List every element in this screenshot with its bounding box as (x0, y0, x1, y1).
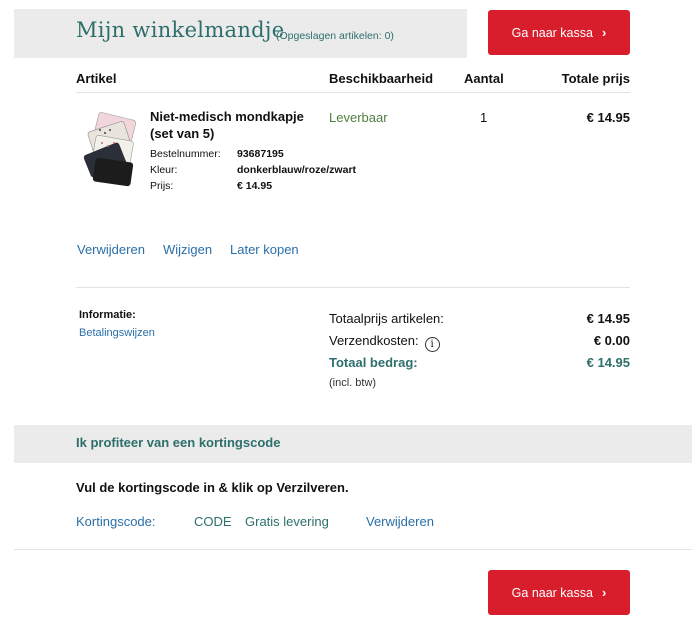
color-label: Kleur: (150, 164, 178, 176)
color-value: donkerblauw/roze/zwart (237, 164, 357, 176)
column-header-quantity: Aantal (464, 71, 504, 86)
product-image[interactable] (80, 110, 140, 190)
shipping-row: Verzendkosten: i (329, 333, 440, 352)
shipping-value: € 0.00 (593, 333, 630, 348)
unit-price-label: Prijs: (150, 180, 174, 192)
checkout-button-bottom[interactable]: Ga naar kassa › (488, 570, 630, 615)
info-icon[interactable]: i (424, 337, 440, 352)
grand-total-label: Totaal bedrag: (329, 355, 418, 370)
save-for-later-link[interactable]: Later kopen (230, 242, 299, 257)
item-quantity: 1 (480, 110, 488, 125)
items-total-label: Totaalprijs artikelen: (329, 311, 444, 326)
face-mask-stack-icon (83, 112, 137, 187)
info-label: Informatie: (79, 309, 136, 321)
shipping-label: Verzendkosten: (329, 333, 419, 348)
item-total-price: € 14.95 (586, 110, 630, 125)
discount-code-value: CODE (194, 514, 232, 529)
item-divider (76, 287, 630, 288)
column-header-article: Artikel (76, 71, 117, 86)
header-divider (76, 92, 630, 93)
vat-note: (incl. btw) (329, 377, 377, 389)
edit-item-link[interactable]: Wijzigen (163, 242, 212, 257)
remove-item-link[interactable]: Verwijderen (77, 242, 145, 257)
product-name[interactable]: Niet-medisch mondkapje (set van 5) (150, 108, 320, 142)
column-header-total-price: Totale prijs (561, 71, 630, 86)
page-title: Mijn winkelmandje (76, 18, 285, 42)
saved-items-note: (Opgeslagen artikelen: 0) (276, 30, 394, 42)
discount-instruction: Vul de kortingscode in & klik op Verzilv… (76, 480, 349, 495)
discount-code-description: Gratis levering (245, 514, 329, 529)
footer-divider (14, 549, 692, 550)
payment-methods-link[interactable]: Betalingswijzen (79, 327, 155, 339)
unit-price-value: € 14.95 (237, 180, 273, 192)
discount-title[interactable]: Ik profiteer van een kortingscode (76, 435, 280, 450)
order-number-label: Bestelnummer: (150, 148, 221, 160)
grand-total-value: € 14.95 (586, 355, 630, 370)
remove-discount-link[interactable]: Verwijderen (366, 514, 434, 529)
checkout-button-top[interactable]: Ga naar kassa › (488, 10, 630, 55)
column-header-availability: Beschikbaarheid (329, 71, 434, 86)
availability-status: Leverbaar (329, 110, 388, 125)
order-number-value: 93687195 (237, 148, 284, 160)
checkout-button-label: Ga naar kassa (511, 585, 593, 600)
checkout-button-label: Ga naar kassa (511, 25, 593, 40)
items-total-value: € 14.95 (586, 311, 630, 326)
chevron-right-icon: › (601, 585, 607, 600)
discount-code-label: Kortingscode: (76, 514, 156, 529)
chevron-right-icon: › (601, 25, 607, 40)
